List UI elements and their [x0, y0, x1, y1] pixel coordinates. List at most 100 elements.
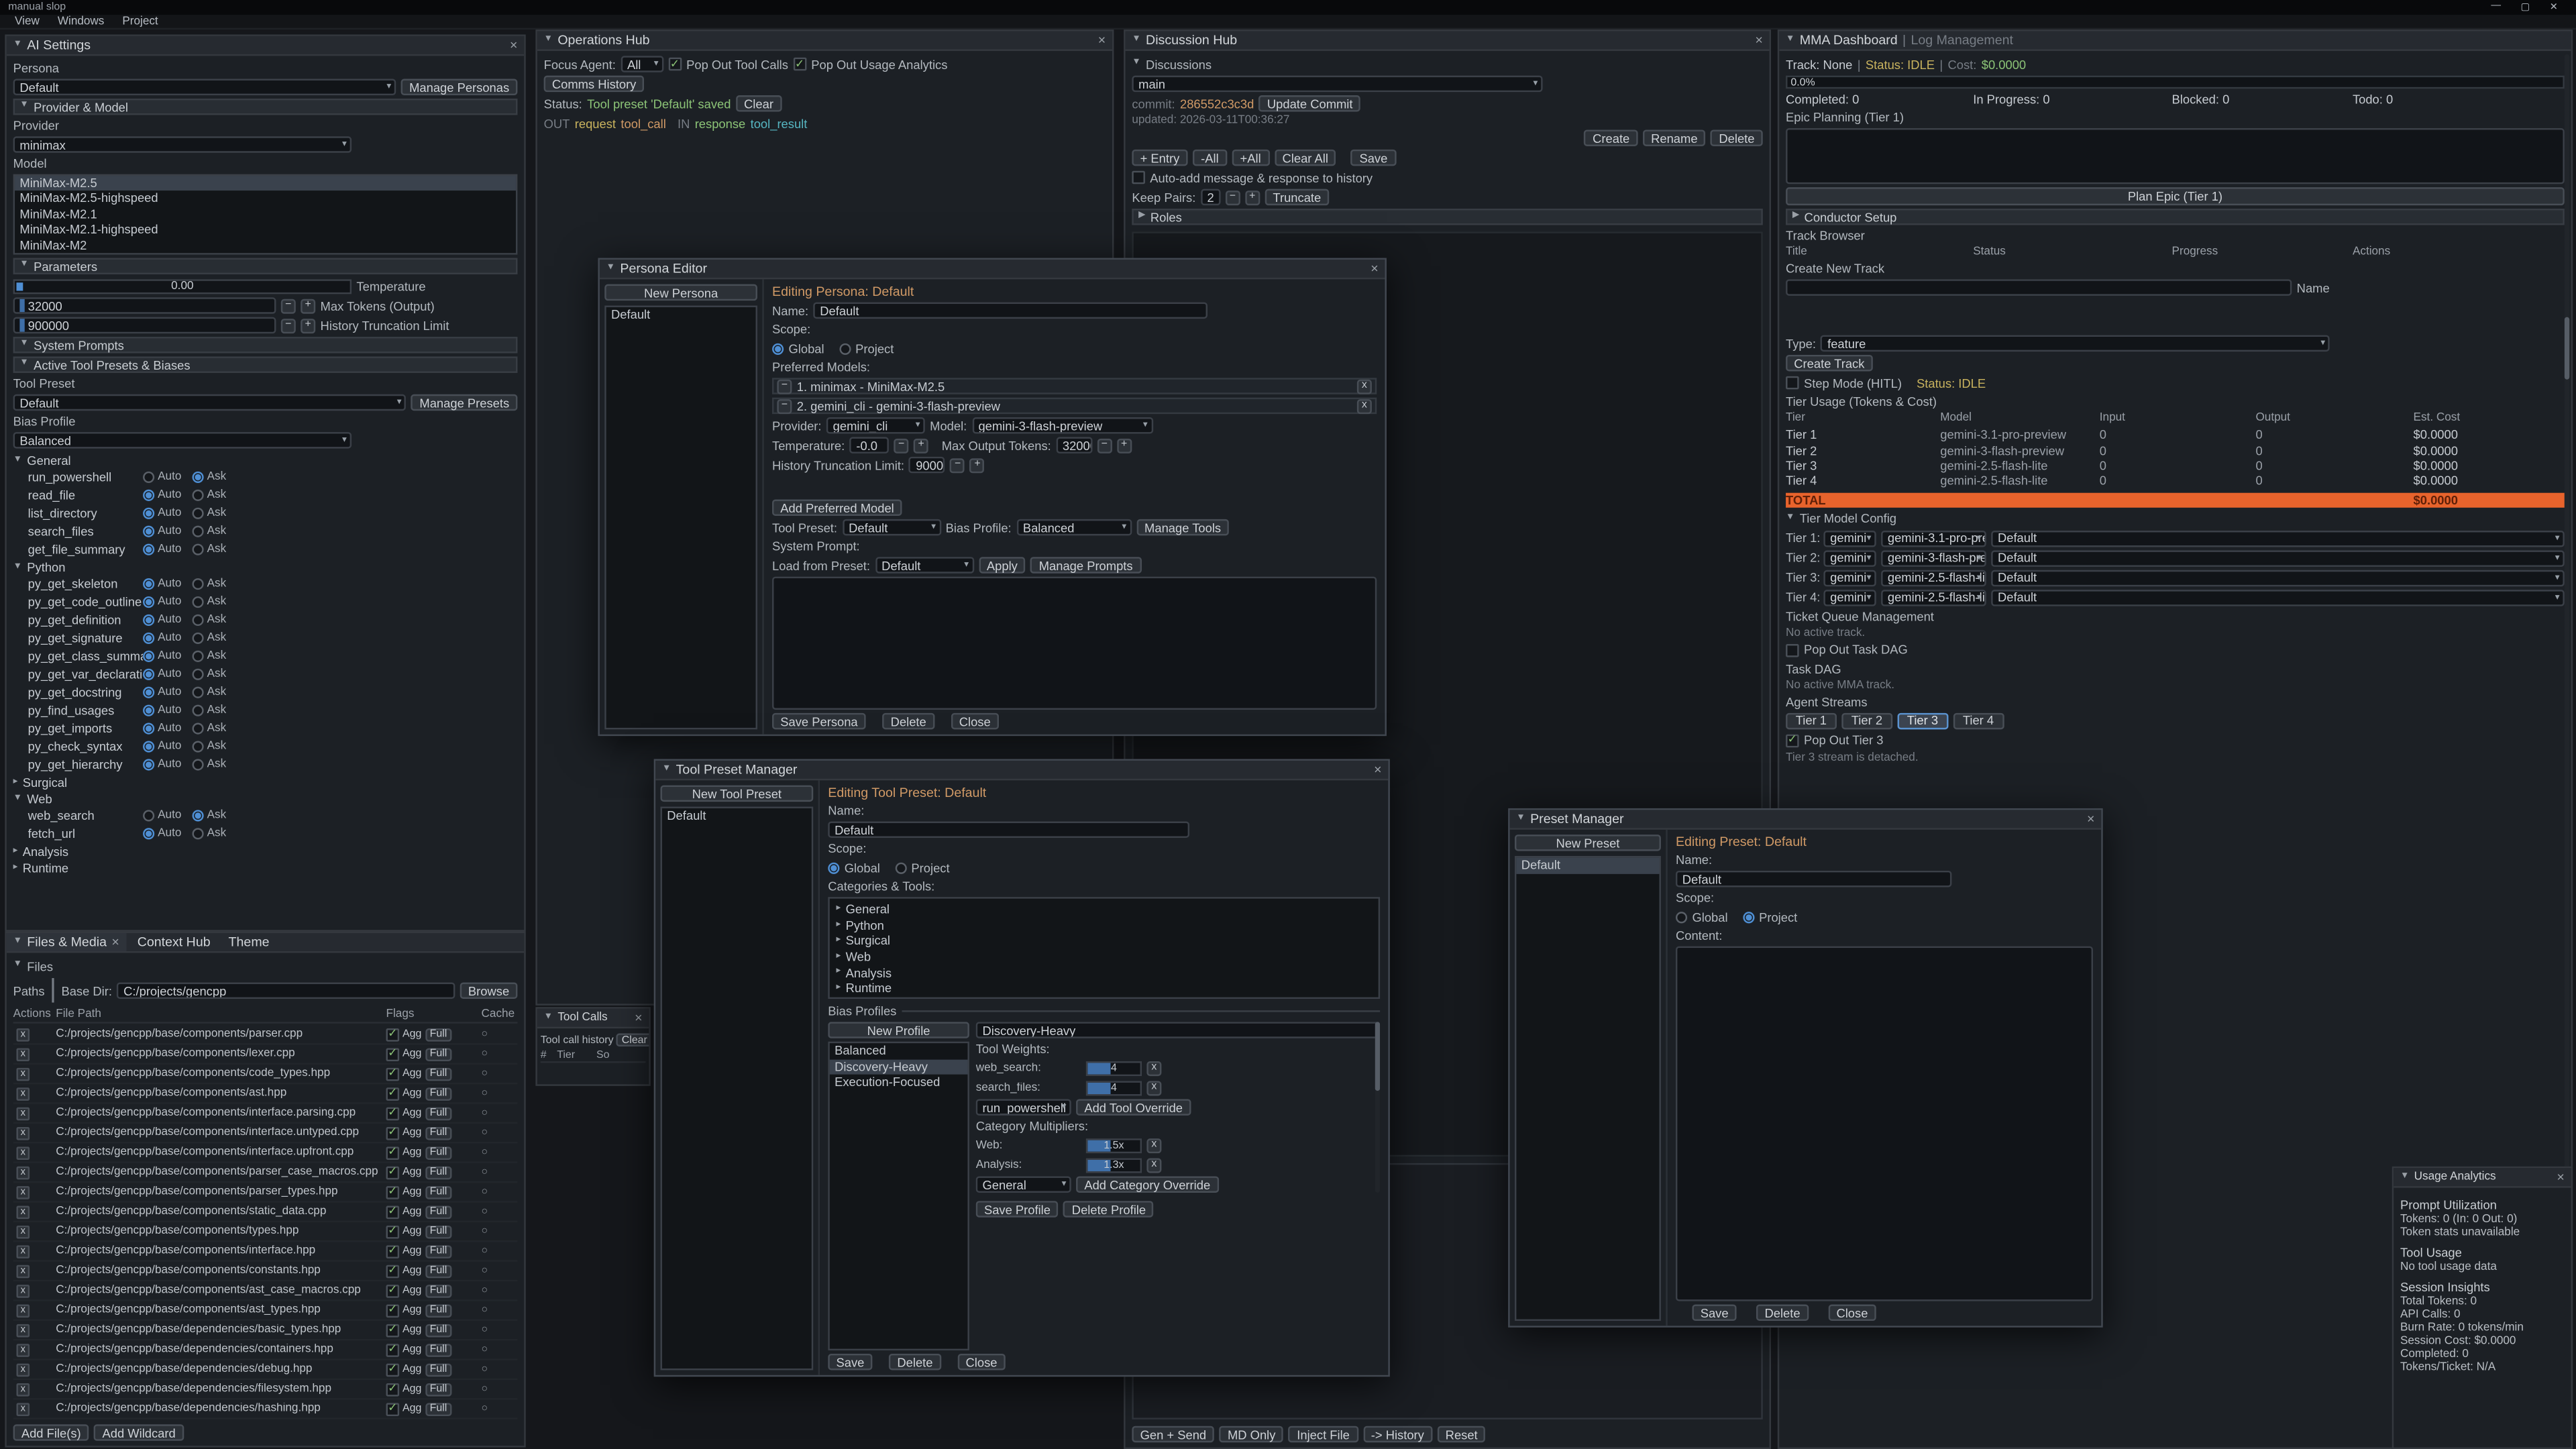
remove-file-button[interactable]: x [16, 1067, 30, 1081]
collapse-icon[interactable]: ▼ [544, 1013, 553, 1022]
prompt-select[interactable]: Default [1991, 570, 2565, 586]
tool-group-surgical[interactable]: ▸Surgical [13, 775, 518, 790]
model-select[interactable]: gemini-2.5-flash-lite [1881, 570, 1986, 586]
agg-checkbox[interactable]: ✓ [386, 1185, 400, 1199]
expand-icon[interactable]: ▶ [1138, 213, 1145, 221]
new-profile-button[interactable]: New Profile [828, 1022, 969, 1038]
bias-profile-select[interactable]: Balanced [13, 432, 352, 448]
save-button[interactable]: Save [1692, 1304, 1736, 1320]
parameters-section[interactable]: ▼ Parameters [13, 258, 518, 274]
delete-profile-button[interactable]: Delete Profile [1064, 1201, 1155, 1217]
toolbar-button[interactable]: -> History [1363, 1426, 1433, 1442]
tool-ask-option[interactable]: Ask [193, 669, 241, 680]
close-icon[interactable]: × [1098, 33, 1106, 48]
delete-button[interactable]: Delete [889, 1354, 941, 1370]
agg-checkbox[interactable]: ✓ [386, 1106, 400, 1120]
close-button[interactable]: Close [1828, 1304, 1876, 1320]
new-persona-button[interactable]: New Persona [604, 284, 757, 301]
weight-slider[interactable]: 4 [1086, 1080, 1142, 1095]
prompt-select[interactable]: Default [1991, 531, 2565, 547]
remove-button[interactable]: x [1357, 378, 1372, 393]
model-select[interactable]: gemini-3-flash-preview [972, 417, 1152, 433]
menu-project[interactable]: Project [122, 15, 158, 27]
toolbar-button[interactable]: Reset [1437, 1426, 1485, 1442]
agg-checkbox[interactable]: ✓ [386, 1028, 400, 1041]
model-option[interactable]: MiniMax-M2 [15, 237, 516, 253]
close-icon[interactable]: × [2087, 812, 2094, 826]
discussion-hub-header[interactable]: ▼ Discussion Hub × [1126, 32, 1770, 51]
tool-auto-option[interactable]: Auto [143, 614, 192, 626]
remove-file-button[interactable]: x [16, 1402, 30, 1415]
operations-hub-header[interactable]: ▼ Operations Hub × [537, 32, 1112, 51]
decrement-button[interactable]: − [1225, 190, 1240, 205]
tool-preset-select[interactable]: Default [13, 394, 407, 411]
provider-select[interactable]: gemini [1823, 531, 1876, 547]
collapse-icon[interactable]: ▼ [1516, 814, 1525, 823]
tool-auto-option[interactable]: Auto [143, 490, 192, 501]
collapse-icon[interactable]: ▼ [544, 36, 553, 44]
full-badge[interactable]: Full [425, 1264, 451, 1277]
tool-auto-option[interactable]: Auto [143, 687, 192, 698]
browse-button[interactable]: Browse [460, 982, 518, 998]
tool-ask-option[interactable]: Ask [193, 723, 241, 735]
system-prompts-section[interactable]: ▼ System Prompts [13, 337, 518, 353]
tab-context-hub[interactable]: Context Hub [131, 933, 217, 951]
full-badge[interactable]: Full [425, 1303, 451, 1317]
remove-file-button[interactable]: x [16, 1166, 30, 1179]
decrement-button[interactable]: − [281, 298, 296, 313]
preset-manager-header[interactable]: ▼ Preset Manager × [1510, 810, 2102, 829]
tool-ask-option[interactable]: Ask [193, 741, 241, 752]
tool-preset-select[interactable]: Default [842, 519, 941, 535]
minus-all-button[interactable]: -All [1193, 150, 1227, 166]
collapse-icon[interactable]: ▼ [13, 961, 22, 970]
add-wildcard-button[interactable]: Add Wildcard [94, 1424, 184, 1440]
global-radio[interactable] [772, 343, 784, 354]
collapse-icon[interactable]: ▼ [13, 938, 22, 947]
increment-button[interactable]: + [1117, 438, 1132, 453]
tool-ask-option[interactable]: Ask [193, 651, 241, 662]
active-presets-section[interactable]: ▼ Active Tool Presets & Biases [13, 356, 518, 372]
add-preferred-model-button[interactable]: Add Preferred Model [772, 499, 902, 515]
decrement-button[interactable]: − [281, 318, 296, 333]
tool-ask-option[interactable]: Ask [193, 810, 241, 821]
collapse-icon[interactable]: ▼ [606, 264, 615, 273]
system-prompt-textarea[interactable] [772, 577, 1377, 710]
agg-checkbox[interactable]: ✓ [386, 1047, 400, 1061]
conductor-setup-section[interactable]: ▶ Conductor Setup [1786, 209, 2565, 225]
tool-auto-option[interactable]: Auto [143, 810, 192, 821]
remove-file-button[interactable]: x [16, 1324, 30, 1337]
expand-icon[interactable]: ▸ [837, 936, 841, 945]
manage-personas-button[interactable]: Manage Personas [401, 79, 518, 95]
tool-auto-option[interactable]: Auto [143, 651, 192, 662]
increment-button[interactable]: + [301, 298, 315, 313]
scrollbar-thumb[interactable] [1375, 1022, 1380, 1091]
focus-agent-select[interactable]: All [621, 56, 663, 72]
manage-tools-button[interactable]: Manage Tools [1136, 519, 1230, 535]
tool-auto-option[interactable]: Auto [143, 544, 192, 555]
temperature-slider[interactable]: 0.00 [13, 278, 352, 293]
collapse-icon[interactable]: ▼ [662, 765, 671, 774]
toolbar-button[interactable]: Inject File [1289, 1426, 1358, 1442]
agg-checkbox[interactable]: ✓ [386, 1284, 400, 1297]
slider-thumb-icon[interactable] [16, 282, 23, 290]
tool-auto-option[interactable]: Auto [143, 723, 192, 735]
category-general[interactable]: ▸General [830, 902, 1379, 917]
category-python[interactable]: ▸Python [830, 918, 1379, 933]
pop-out-task-dag-checkbox[interactable] [1786, 644, 1799, 657]
profile-name-input[interactable]: Discovery-Heavy [976, 1022, 1380, 1038]
roles-section[interactable]: ▶ Roles [1132, 209, 1762, 225]
collapse-icon[interactable]: ▼ [1132, 60, 1140, 68]
tool-auto-option[interactable]: Auto [143, 705, 192, 716]
remove-file-button[interactable]: x [16, 1343, 30, 1356]
decrement-button[interactable]: − [1097, 438, 1112, 453]
model-select[interactable]: gemini-3.1-pro-preview [1881, 531, 1986, 547]
save-button[interactable]: Save [828, 1354, 872, 1370]
step-mode-checkbox[interactable] [1786, 376, 1799, 390]
temperature-input[interactable]: -0.0 [850, 437, 890, 453]
tool-call-flag[interactable]: tool_call [621, 116, 665, 131]
max-output-input[interactable]: 32000 [1056, 437, 1092, 453]
remove-file-button[interactable]: x [16, 1028, 30, 1041]
global-radio[interactable] [1676, 911, 1687, 922]
increment-button[interactable]: + [914, 438, 928, 453]
usage-analytics-header[interactable]: ▼ Usage Analytics × [2394, 1168, 2571, 1187]
